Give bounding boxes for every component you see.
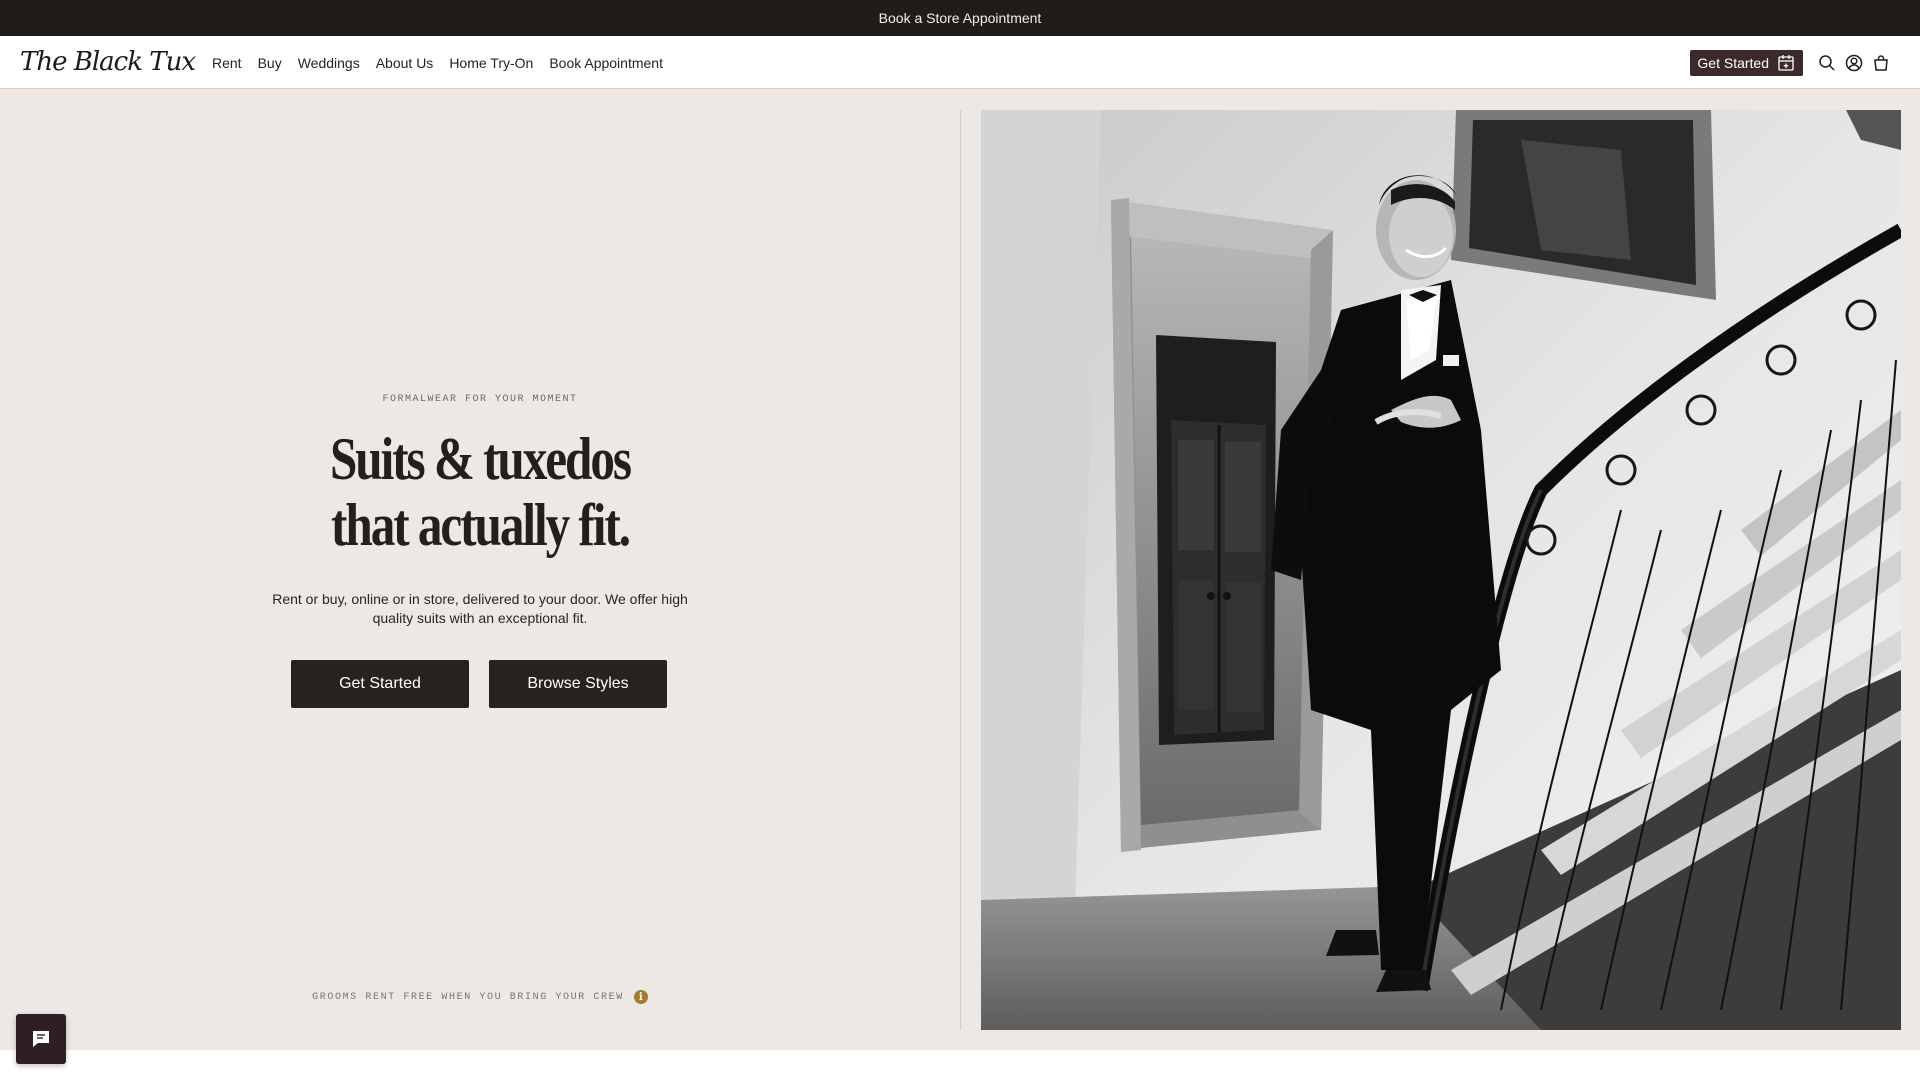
hero-copy: FORMALWEAR FOR YOUR MOMENT Suits & tuxed…	[0, 90, 960, 1050]
nav-item-about-us[interactable]: About Us	[376, 55, 434, 71]
main-menu: Rent Buy Weddings About Us Home Try-On B…	[212, 36, 679, 89]
nav-item-weddings[interactable]: Weddings	[298, 55, 360, 71]
promo-text: GROOMS RENT FREE WHEN YOU BRING YOUR CRE…	[312, 991, 624, 1003]
hero-eyebrow: FORMALWEAR FOR YOUR MOMENT	[382, 394, 578, 405]
logo[interactable]: The Black Tux	[20, 46, 196, 78]
main-header: The Black Tux Rent Buy Weddings About Us…	[0, 36, 1920, 89]
groom-staircase-photo	[981, 110, 1901, 1030]
hero-cta-row: Get Started Browse Styles	[291, 660, 667, 708]
account-button[interactable]	[1841, 50, 1867, 76]
calendar-plus-icon	[1778, 54, 1794, 71]
footer-edge	[0, 1050, 1920, 1080]
browse-styles-button[interactable]: Browse Styles	[489, 660, 667, 708]
nav-item-home-try-on[interactable]: Home Try-On	[449, 55, 533, 71]
grooms-free-promo[interactable]: GROOMS RENT FREE WHEN YOU BRING YOUR CRE…	[0, 990, 960, 1004]
get-started-button[interactable]: Get Started	[291, 660, 469, 708]
announcement-bar: Book a Store Appointment	[0, 0, 1920, 36]
hero-headline-line-1: Suits & tuxedos	[329, 426, 632, 492]
header-actions: Get Started	[1690, 36, 1894, 89]
chat-button[interactable]	[16, 1014, 66, 1064]
cart-button[interactable]	[1868, 50, 1894, 76]
book-store-appointment-link[interactable]: Book a Store Appointment	[879, 10, 1042, 26]
chat-icon	[33, 1031, 49, 1047]
hero-description: Rent or buy, online or in store, deliver…	[272, 591, 688, 626]
header-get-started-label: Get Started	[1697, 54, 1769, 71]
bag-icon	[1874, 54, 1888, 71]
search-button[interactable]	[1814, 50, 1840, 76]
nav-item-rent[interactable]: Rent	[212, 55, 242, 71]
account-icon	[1845, 54, 1863, 71]
info-icon: i	[633, 990, 648, 1004]
search-icon	[1819, 54, 1835, 71]
header-get-started-button[interactable]: Get Started	[1690, 49, 1803, 76]
hero-headline-line-2: that actually fit.	[331, 492, 631, 558]
hero-headline: Suits & tuxedos that actually fit.	[86, 426, 873, 558]
nav-item-book-appointment[interactable]: Book Appointment	[549, 55, 663, 71]
nav-item-buy[interactable]: Buy	[258, 55, 282, 71]
hero-divider	[960, 110, 961, 1030]
hero-photo	[981, 110, 1901, 1030]
